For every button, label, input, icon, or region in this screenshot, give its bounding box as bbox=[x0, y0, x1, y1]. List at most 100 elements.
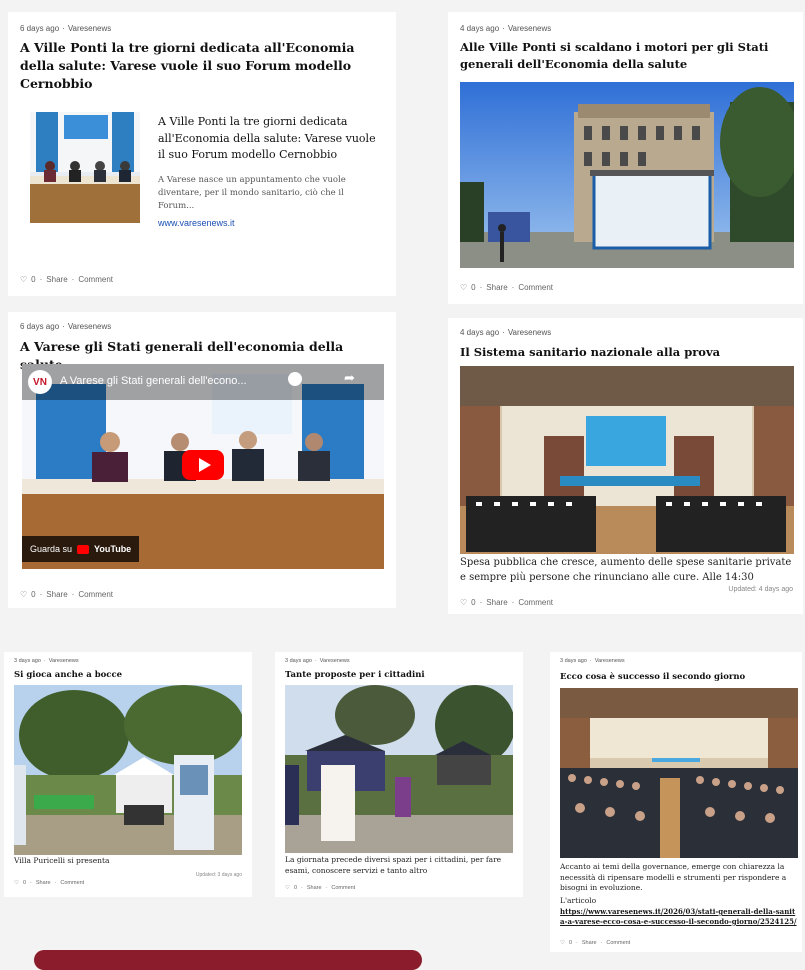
post-title[interactable]: Il Sistema sanitario nazionale alla prov… bbox=[460, 344, 790, 361]
post-age: 3 days ago bbox=[560, 658, 587, 664]
post-meta: 6 days ago · Varesenews bbox=[20, 24, 112, 33]
post-author[interactable]: Varesenews bbox=[508, 328, 551, 337]
post-caption: Villa Puricelli si presenta bbox=[14, 856, 110, 865]
share-icon[interactable]: ➦ bbox=[344, 371, 355, 386]
comment-button[interactable]: Comment bbox=[78, 275, 113, 284]
link-preview-image[interactable] bbox=[30, 112, 140, 223]
post-meta: 4 days ago · Varesenews bbox=[460, 24, 552, 33]
post-title[interactable]: Tante proposte per i cittadini bbox=[285, 669, 515, 681]
post-meta: 3 days ago · Varesenews bbox=[285, 658, 350, 664]
comment-button[interactable]: Comment bbox=[331, 885, 355, 891]
link-preview[interactable]: A Ville Ponti la tre giorni dedicata all… bbox=[30, 112, 380, 237]
post-caption: La giornata precede diversi spazi per i … bbox=[285, 855, 502, 875]
like-count: 0 bbox=[471, 598, 476, 607]
post-card: 4 days ago · Varesenews Alle Ville Ponti s… bbox=[448, 12, 803, 304]
post-meta: 3 days ago · Varesenews bbox=[14, 658, 79, 664]
like-count: 0 bbox=[568, 940, 572, 946]
post-updated: Updated: 3 days ago bbox=[195, 872, 242, 878]
post-updated: Updated: 4 days ago bbox=[728, 586, 793, 593]
video-embed[interactable]: VN A Varese gli Stati generali dell'econ… bbox=[22, 364, 384, 569]
like-icon[interactable]: ♡ bbox=[460, 283, 467, 292]
platform-label: YouTube bbox=[94, 544, 132, 554]
post-author[interactable]: Varesenews bbox=[320, 658, 350, 664]
share-button[interactable]: Share bbox=[486, 283, 507, 292]
post-footer: ♡ 0 · Share · Comment bbox=[460, 283, 554, 292]
article-link[interactable]: https://www.varesenews.it/2026/03/stati-… bbox=[560, 907, 798, 927]
post-meta: 3 days ago · Varesenews bbox=[560, 658, 625, 664]
like-icon[interactable]: ♡ bbox=[20, 275, 27, 284]
post-footer: ♡ 0 · Share · Comment bbox=[560, 940, 631, 946]
post-caption: Accanto ai temi della governance, emerge… bbox=[560, 862, 787, 892]
youtube-icon bbox=[77, 544, 90, 554]
post-author[interactable]: Varesenews bbox=[68, 322, 111, 331]
link-preview-domain[interactable]: www.varesenews.it bbox=[158, 218, 235, 228]
comment-button[interactable]: Comment bbox=[60, 880, 84, 886]
post-footer: ♡ 0 · Share · Comment bbox=[20, 590, 114, 599]
video-title[interactable]: A Varese gli Stati generali dell'econo..… bbox=[60, 375, 290, 387]
share-button[interactable]: Share bbox=[36, 880, 51, 886]
post-card: 3 days ago · Varesenews Tante proposte per… bbox=[275, 652, 523, 897]
post-meta: 4 days ago · Varesenews bbox=[460, 328, 552, 337]
post-card: 6 days ago · Varesenews A Ville Ponti la t… bbox=[8, 12, 396, 296]
post-age: 6 days ago bbox=[20, 322, 60, 331]
share-button[interactable]: Share bbox=[307, 885, 322, 891]
like-count: 0 bbox=[471, 283, 476, 292]
post-card: 3 days ago · Varesenews Si gioca anche a b… bbox=[4, 652, 252, 897]
watch-label: Guarda su bbox=[30, 544, 73, 554]
share-button[interactable]: Share bbox=[486, 598, 507, 607]
link-preview-excerpt: A Varese nasce un appuntamento che vuole… bbox=[158, 175, 346, 211]
post-author[interactable]: Varesenews bbox=[68, 24, 111, 33]
post-meta: 6 days ago · Varesenews bbox=[20, 322, 112, 331]
play-button[interactable] bbox=[182, 450, 224, 480]
post-footer: ♡ 0 · Share · Comment bbox=[14, 880, 85, 886]
post-title[interactable]: A Ville Ponti la tre giorni dedicata all… bbox=[20, 39, 370, 93]
post-age: 6 days ago bbox=[20, 24, 60, 33]
comment-button[interactable]: Comment bbox=[518, 598, 553, 607]
post-image[interactable] bbox=[285, 685, 513, 853]
post-age: 4 days ago bbox=[460, 328, 500, 337]
comment-button[interactable]: Comment bbox=[606, 940, 630, 946]
post-image[interactable] bbox=[460, 366, 794, 554]
post-card: 6 days ago · Varesenews A Varese gli Stati… bbox=[8, 312, 396, 608]
post-author[interactable]: Varesenews bbox=[595, 658, 625, 664]
post-author[interactable]: Varesenews bbox=[49, 658, 79, 664]
share-button[interactable]: Share bbox=[46, 275, 67, 284]
post-title[interactable]: Ecco cosa è successo il secondo giorno bbox=[560, 671, 792, 683]
like-icon[interactable]: ♡ bbox=[560, 940, 565, 946]
post-author[interactable]: Varesenews bbox=[508, 24, 551, 33]
post-image[interactable] bbox=[460, 82, 794, 268]
like-count: 0 bbox=[31, 275, 36, 284]
share-button[interactable]: Share bbox=[46, 590, 67, 599]
comment-button[interactable]: Comment bbox=[78, 590, 113, 599]
like-icon[interactable]: ♡ bbox=[460, 598, 467, 607]
post-footer: ♡ 0 · Share · Comment bbox=[20, 275, 114, 284]
post-footer: ♡ 0 · Share · Comment bbox=[285, 885, 356, 891]
post-card: 3 days ago · Varesenews Ecco cosa è succes… bbox=[550, 652, 802, 952]
post-card: 4 days ago · Varesenews Il Sistema sanitar… bbox=[448, 318, 803, 614]
comment-button[interactable]: Comment bbox=[518, 283, 553, 292]
link-preview-title[interactable]: A Ville Ponti la tre giorni dedicata all… bbox=[158, 114, 380, 164]
post-image[interactable] bbox=[560, 688, 798, 858]
post-age: 4 days ago bbox=[460, 24, 500, 33]
play-icon bbox=[198, 458, 211, 472]
post-age: 3 days ago bbox=[285, 658, 312, 664]
post-image[interactable] bbox=[14, 685, 242, 855]
like-icon[interactable]: ♡ bbox=[20, 590, 27, 599]
post-title[interactable]: Alle Ville Ponti si scaldano i motori pe… bbox=[460, 39, 790, 72]
post-caption: Spesa pubblica che cresce, aumento delle… bbox=[460, 557, 792, 583]
load-more-button[interactable] bbox=[34, 950, 422, 970]
post-age: 3 days ago bbox=[14, 658, 41, 664]
post-caption-label: L'articolo bbox=[560, 896, 597, 905]
post-footer: ♡ 0 · Share · Comment bbox=[460, 598, 554, 607]
watch-later-icon[interactable] bbox=[288, 372, 302, 386]
like-count: 0 bbox=[293, 885, 297, 891]
watch-on-youtube[interactable]: Guarda su YouTube bbox=[22, 536, 140, 562]
like-count: 0 bbox=[22, 880, 26, 886]
channel-avatar[interactable]: VN bbox=[28, 370, 52, 394]
channel-initials: VN bbox=[33, 376, 47, 388]
share-button[interactable]: Share bbox=[582, 940, 597, 946]
like-icon[interactable]: ♡ bbox=[285, 885, 290, 891]
like-icon[interactable]: ♡ bbox=[14, 880, 19, 886]
like-count: 0 bbox=[31, 590, 36, 599]
post-title[interactable]: Si gioca anche a bocce bbox=[14, 669, 244, 681]
